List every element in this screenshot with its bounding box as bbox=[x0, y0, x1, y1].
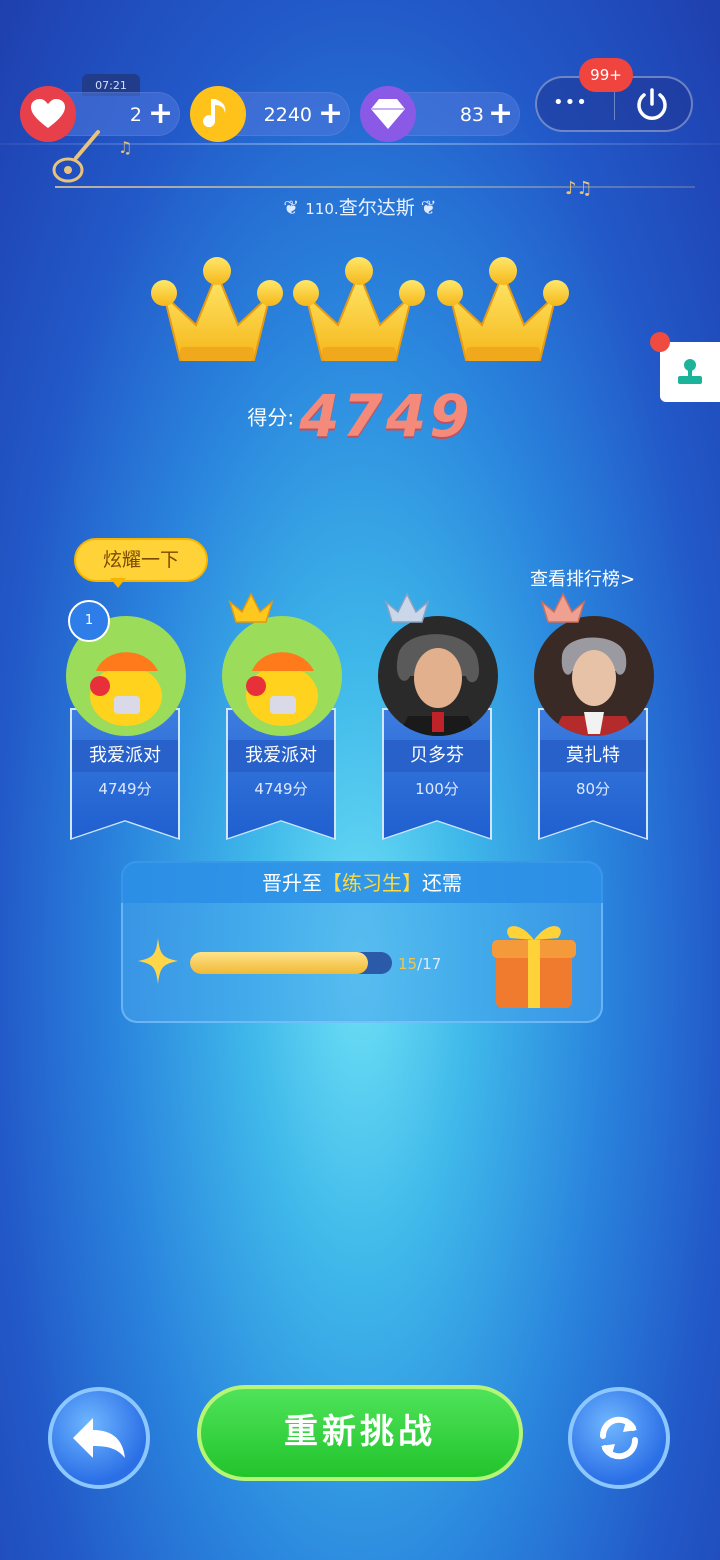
retry-button[interactable]: 重新挑战 bbox=[197, 1385, 523, 1481]
view-leaderboard-link[interactable]: 查看排行榜> bbox=[530, 565, 635, 591]
crown-3-icon bbox=[436, 256, 570, 362]
back-arrow-icon bbox=[73, 1418, 125, 1458]
leaderboard-player[interactable]: 莫扎特 80分 bbox=[534, 592, 654, 840]
wing-right-icon: ❦ bbox=[420, 197, 437, 219]
player-name: 我爱派对 bbox=[228, 740, 334, 772]
leaderboard-player[interactable]: 我爱派对 4749分 bbox=[222, 592, 342, 840]
gold-crown-icon bbox=[226, 592, 276, 630]
refresh-icon bbox=[599, 1416, 639, 1460]
wing-left-icon: ❦ bbox=[283, 197, 306, 219]
score-value: 4749 bbox=[299, 382, 473, 450]
power-icon[interactable] bbox=[634, 87, 670, 127]
promotion-progress-fill bbox=[190, 952, 368, 974]
back-button[interactable] bbox=[48, 1387, 150, 1489]
add-notes-button[interactable]: + bbox=[318, 96, 343, 131]
bubble-tail bbox=[110, 578, 126, 588]
gems-count: 83 bbox=[459, 104, 484, 126]
capsule-divider bbox=[614, 90, 615, 120]
music-note-icon bbox=[190, 86, 246, 142]
switch-song-button[interactable] bbox=[568, 1387, 670, 1489]
joystick-icon bbox=[678, 359, 702, 384]
lives-count: 2 bbox=[129, 104, 142, 126]
level-number: 110. bbox=[305, 200, 339, 218]
promotion-header: 晋升至【练习生】还需 bbox=[121, 861, 603, 903]
progress-total: /17 bbox=[417, 955, 442, 973]
avatar bbox=[534, 616, 654, 736]
avatar bbox=[378, 616, 498, 736]
add-lives-button[interactable]: + bbox=[148, 96, 173, 131]
promotion-prefix: 晋升至 bbox=[262, 871, 322, 895]
crown-2-icon bbox=[292, 256, 426, 362]
leaderboard-player[interactable]: 贝多芬 100分 bbox=[378, 592, 498, 840]
diamond-icon bbox=[360, 86, 416, 142]
gift-box-icon[interactable] bbox=[488, 912, 580, 1016]
silver-crown-icon bbox=[382, 592, 432, 630]
score-label: 得分: bbox=[247, 405, 295, 430]
score-row: 得分: 4749 bbox=[0, 382, 720, 450]
header-divider bbox=[0, 143, 720, 145]
crown-1-icon bbox=[150, 256, 284, 362]
player-score: 4749分 bbox=[254, 780, 308, 798]
promotion-suffix: 还需 bbox=[422, 871, 462, 895]
player-name: 莫扎特 bbox=[540, 740, 646, 772]
avatar bbox=[222, 616, 342, 736]
notification-badge: 99+ bbox=[579, 58, 633, 92]
side-button-red-dot bbox=[650, 332, 670, 352]
guitar-icon bbox=[48, 128, 104, 192]
leaderboard-player[interactable]: 1 我爱派对 4749分 bbox=[66, 600, 186, 840]
player-name: 贝多芬 bbox=[384, 740, 490, 772]
level-title: ❦ 110.查尔达斯 ❦ bbox=[0, 193, 720, 220]
player-score: 4749分 bbox=[98, 780, 152, 798]
player-name: 我爱派对 bbox=[72, 740, 178, 772]
promotion-target: 【练习生】 bbox=[322, 871, 422, 895]
more-menu-button[interactable]: ••• bbox=[553, 92, 588, 113]
promotion-progress-text: 15/17 bbox=[398, 955, 441, 973]
rank-number-badge: 1 bbox=[68, 600, 110, 642]
sparkle-icon bbox=[138, 938, 178, 988]
guitar-string-line bbox=[55, 186, 695, 188]
crowns-earned bbox=[150, 255, 570, 374]
progress-current: 15 bbox=[398, 955, 418, 973]
player-score: 100分 bbox=[415, 780, 459, 798]
music-clef-icon: ♫ bbox=[118, 138, 133, 157]
show-off-button[interactable]: 炫耀一下 bbox=[74, 538, 208, 582]
bronze-crown-icon bbox=[538, 592, 588, 630]
level-name: 查尔达斯 bbox=[338, 197, 415, 219]
notes-count: 2240 bbox=[263, 104, 312, 126]
add-gems-button[interactable]: + bbox=[488, 96, 513, 131]
player-score: 80分 bbox=[575, 780, 611, 798]
game-center-button[interactable] bbox=[660, 342, 720, 402]
